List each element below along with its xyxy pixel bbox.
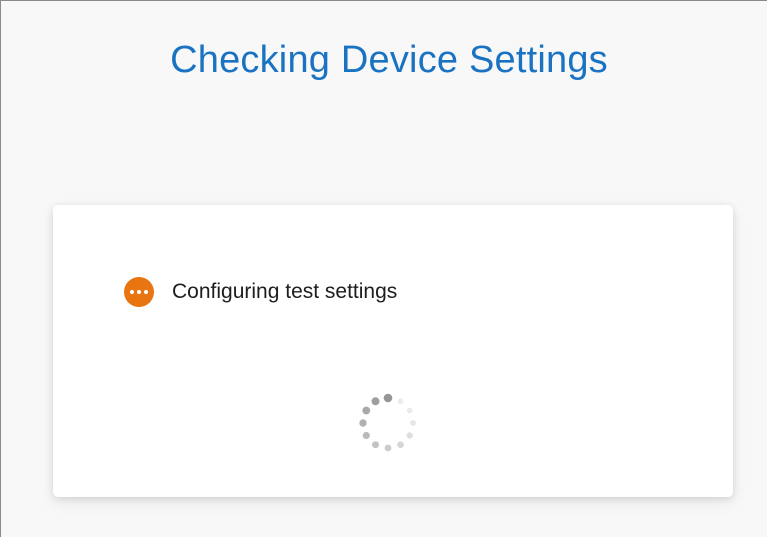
spinner-dot <box>372 441 379 449</box>
status-label: Configuring test settings <box>172 280 398 303</box>
loading-spinner-icon <box>359 393 416 452</box>
spinner-dot <box>410 420 416 426</box>
status-card: Configuring test settings <box>53 205 733 497</box>
device-check-window: Checking Device Settings Configuring tes… <box>0 0 767 537</box>
spinner-dot <box>383 393 393 403</box>
spinner-dot <box>406 432 413 439</box>
spinner-dot <box>359 419 367 427</box>
status-row: Configuring test settings <box>124 277 397 307</box>
spinner-dot <box>397 398 404 405</box>
spinner-dot <box>362 431 370 440</box>
spinner-dot <box>384 444 392 452</box>
page-title: Checking Device Settings <box>170 39 608 81</box>
spinner-dot <box>362 406 371 415</box>
spinner-dot <box>371 397 380 406</box>
spinner-dot <box>397 441 404 448</box>
spinner-dot <box>406 407 413 414</box>
ellipsis-circle-icon <box>124 277 154 307</box>
